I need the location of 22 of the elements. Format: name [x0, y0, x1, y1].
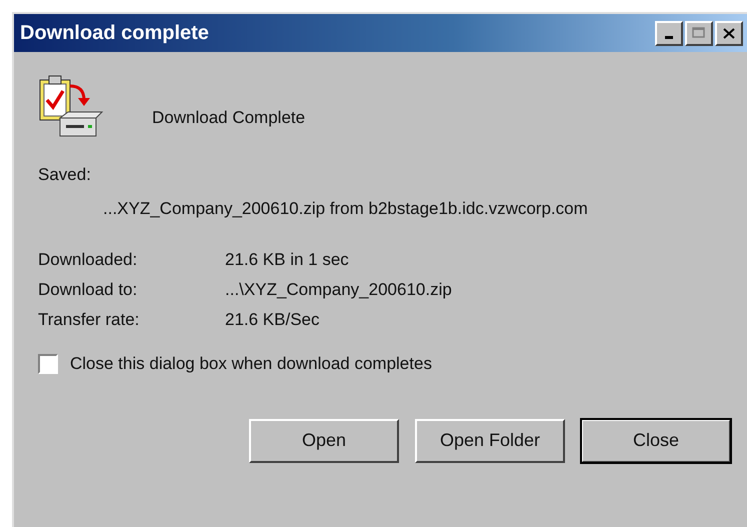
- clipboard-drive-icon: [38, 74, 104, 138]
- minimize-icon: [665, 36, 673, 38]
- detail-value: 21.6 KB in 1 sec: [225, 249, 349, 271]
- saved-path: ...XYZ_Company_200610.zip from b2bstage1b.idc.vzwcorp.com: [103, 198, 589, 220]
- status-heading: Download Complete: [152, 106, 306, 128]
- minimize-button[interactable]: [655, 20, 683, 46]
- dialog-button[interactable]: Close: [581, 418, 731, 462]
- detail-value: 21.6 KB/Sec: [225, 309, 320, 331]
- dialog-button[interactable]: Open: [249, 418, 399, 462]
- detail-label: Download to:: [38, 279, 138, 301]
- maximize-button[interactable]: [685, 20, 713, 46]
- close-button[interactable]: [715, 20, 743, 46]
- detail-label: Transfer rate:: [38, 309, 140, 331]
- maximize-icon: [692, 27, 706, 39]
- detail-value: ...\XYZ_Company_200610.zip: [225, 279, 452, 301]
- dialog-button[interactable]: Open Folder: [415, 418, 565, 462]
- close-icon: [723, 28, 735, 38]
- checkbox-label: Close this dialog box when download completes: [70, 353, 432, 375]
- detail-label: Downloaded:: [38, 249, 138, 271]
- saved-label: Saved:: [38, 164, 92, 186]
- window-title: Download complete: [20, 21, 210, 46]
- checkbox[interactable]: [38, 354, 58, 374]
